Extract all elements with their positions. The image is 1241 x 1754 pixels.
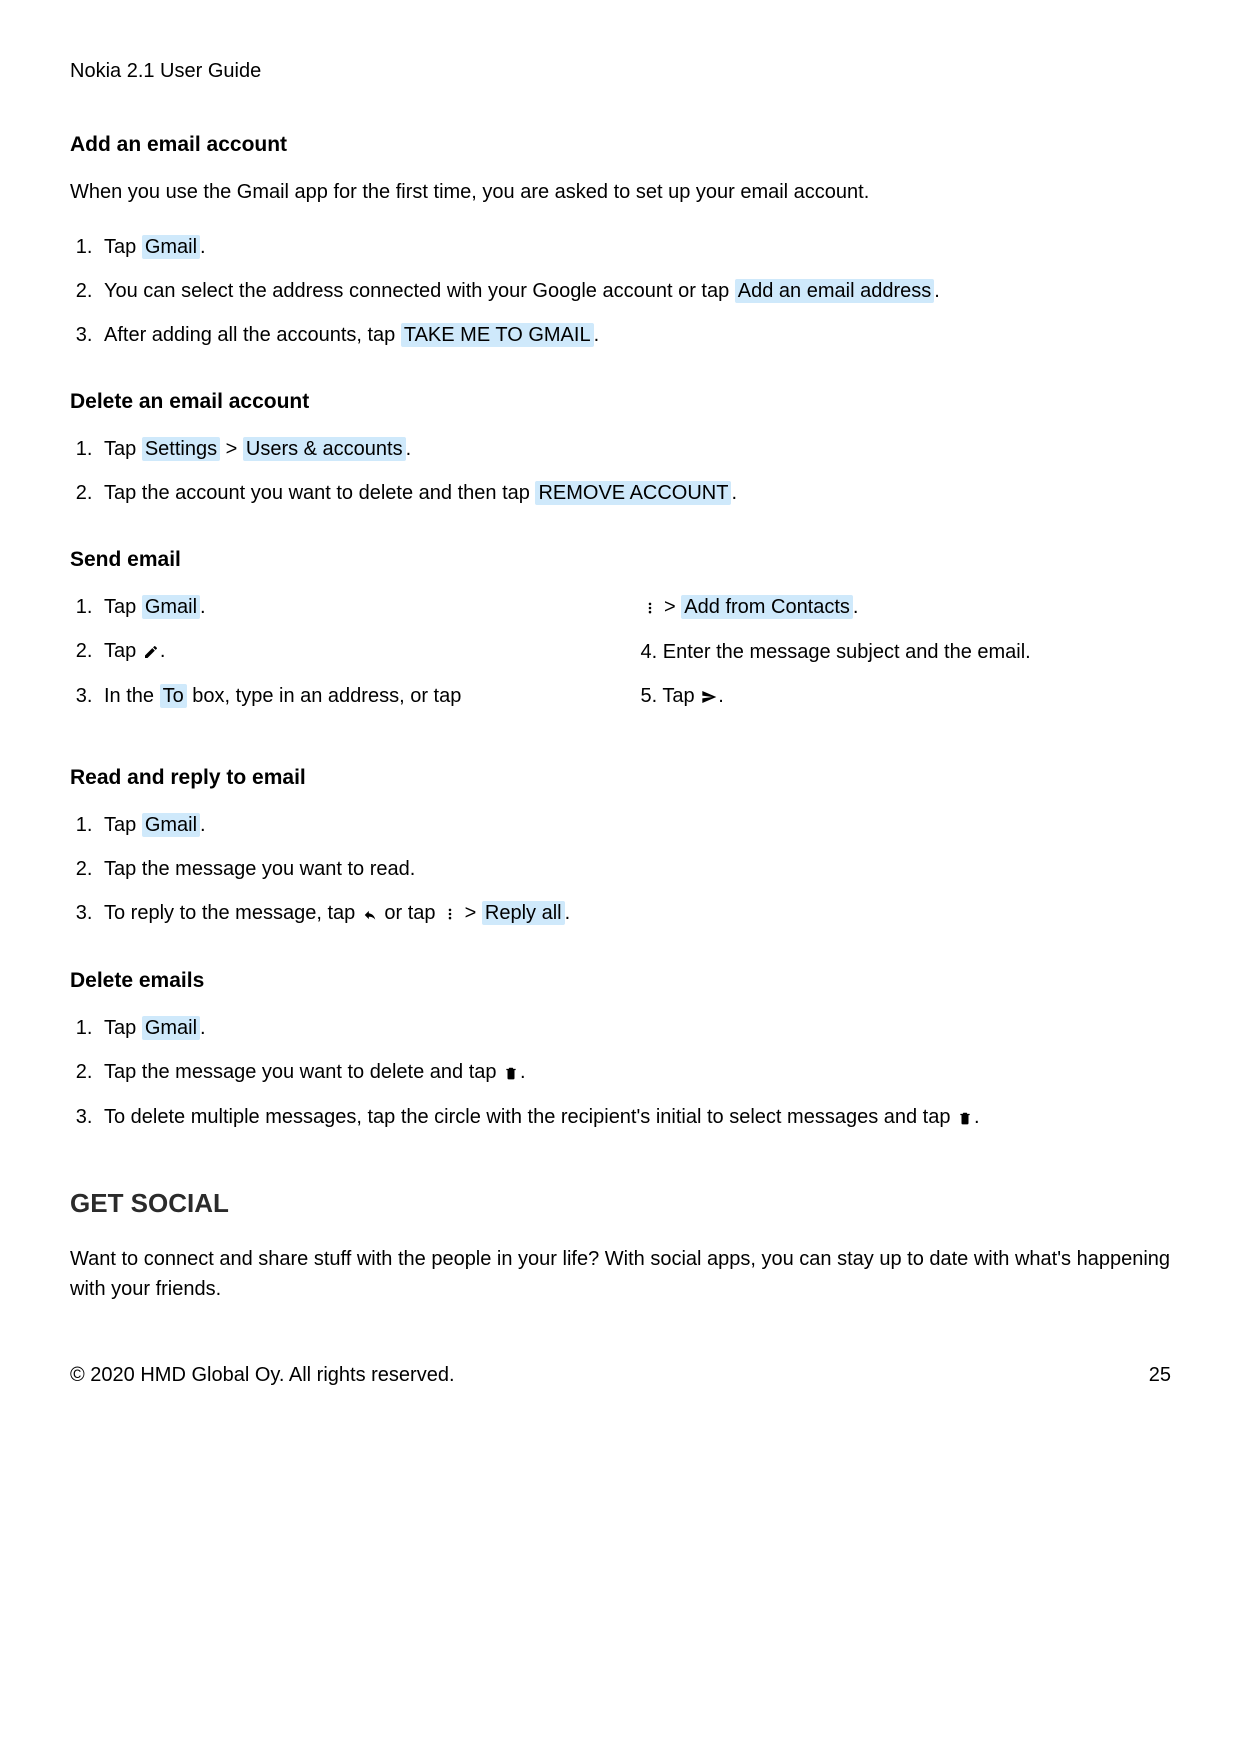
ui-label-to: To (160, 684, 187, 708)
send-icon (700, 682, 718, 712)
copyright: © 2020 HMD Global Oy. All rights reserve… (70, 1364, 455, 1387)
steps-delete-emails: Tap Gmail. Tap the message you want to d… (70, 1013, 1171, 1133)
ui-label-reply-all: Reply all (482, 901, 565, 925)
more-vert-icon (641, 593, 659, 623)
ui-label-take-me-to-gmail: TAKE ME TO GMAIL (401, 323, 594, 347)
heading-get-social: GET SOCIAL (70, 1188, 1171, 1219)
step: 5. Tap . (641, 681, 1172, 712)
step: Tap . (98, 636, 601, 667)
ui-label-add-email-address: Add an email address (735, 279, 934, 303)
step: Tap Gmail. (98, 592, 601, 622)
step: In the To box, type in an address, or ta… (98, 681, 601, 711)
steps-add-email: Tap Gmail. You can select the address co… (70, 232, 1171, 350)
step: You can select the address connected wit… (98, 276, 1171, 306)
ui-label-gmail: Gmail (142, 1016, 200, 1040)
heading-delete-email-account: Delete an email account (70, 390, 1171, 414)
ui-label-add-from-contacts: Add from Contacts (681, 595, 853, 619)
ui-label-gmail: Gmail (142, 595, 200, 619)
step: Tap the message you want to read. (98, 854, 1171, 884)
heading-read-reply: Read and reply to email (70, 766, 1171, 790)
ui-label-gmail: Gmail (142, 235, 200, 259)
heading-add-email-account: Add an email account (70, 133, 1171, 157)
page-number: 25 (1149, 1364, 1171, 1387)
step: After adding all the accounts, tap TAKE … (98, 320, 1171, 350)
body-get-social: Want to connect and share stuff with the… (70, 1244, 1171, 1304)
page-footer: © 2020 HMD Global Oy. All rights reserve… (70, 1364, 1171, 1387)
steps-read-reply: Tap Gmail. Tap the message you want to r… (70, 810, 1171, 929)
heading-delete-emails: Delete emails (70, 969, 1171, 993)
steps-send-email-left: Tap Gmail. Tap . In the To box, type in … (70, 592, 601, 711)
step: To reply to the message, tap or tap > Re… (98, 898, 1171, 929)
steps-send-email-right: > Add from Contacts. 4. Enter the messag… (641, 592, 1172, 712)
ui-label-gmail: Gmail (142, 813, 200, 837)
heading-send-email: Send email (70, 548, 1171, 572)
step: Tap Gmail. (98, 232, 1171, 262)
send-email-columns: Tap Gmail. Tap . In the To box, type in … (70, 592, 1171, 726)
step: Tap Gmail. (98, 1013, 1171, 1043)
more-vert-icon (441, 899, 459, 929)
delete-icon (502, 1058, 520, 1088)
ui-label-remove-account: REMOVE ACCOUNT (535, 481, 731, 505)
step: To delete multiple messages, tap the cir… (98, 1102, 1171, 1133)
compose-icon (142, 637, 160, 667)
delete-icon (956, 1103, 974, 1133)
ui-label-users-accounts: Users & accounts (243, 437, 406, 461)
intro-add-email: When you use the Gmail app for the first… (70, 177, 1171, 207)
document-title: Nokia 2.1 User Guide (70, 60, 1171, 83)
step: Tap Settings > Users & accounts. (98, 434, 1171, 464)
step: 4. Enter the message subject and the ema… (641, 637, 1172, 667)
step-continuation: > Add from Contacts. (641, 592, 1172, 623)
ui-label-settings: Settings (142, 437, 220, 461)
step: Tap the account you want to delete and t… (98, 478, 1171, 508)
step: Tap Gmail. (98, 810, 1171, 840)
reply-icon (361, 899, 379, 929)
step: Tap the message you want to delete and t… (98, 1057, 1171, 1088)
steps-delete-account: Tap Settings > Users & accounts. Tap the… (70, 434, 1171, 508)
